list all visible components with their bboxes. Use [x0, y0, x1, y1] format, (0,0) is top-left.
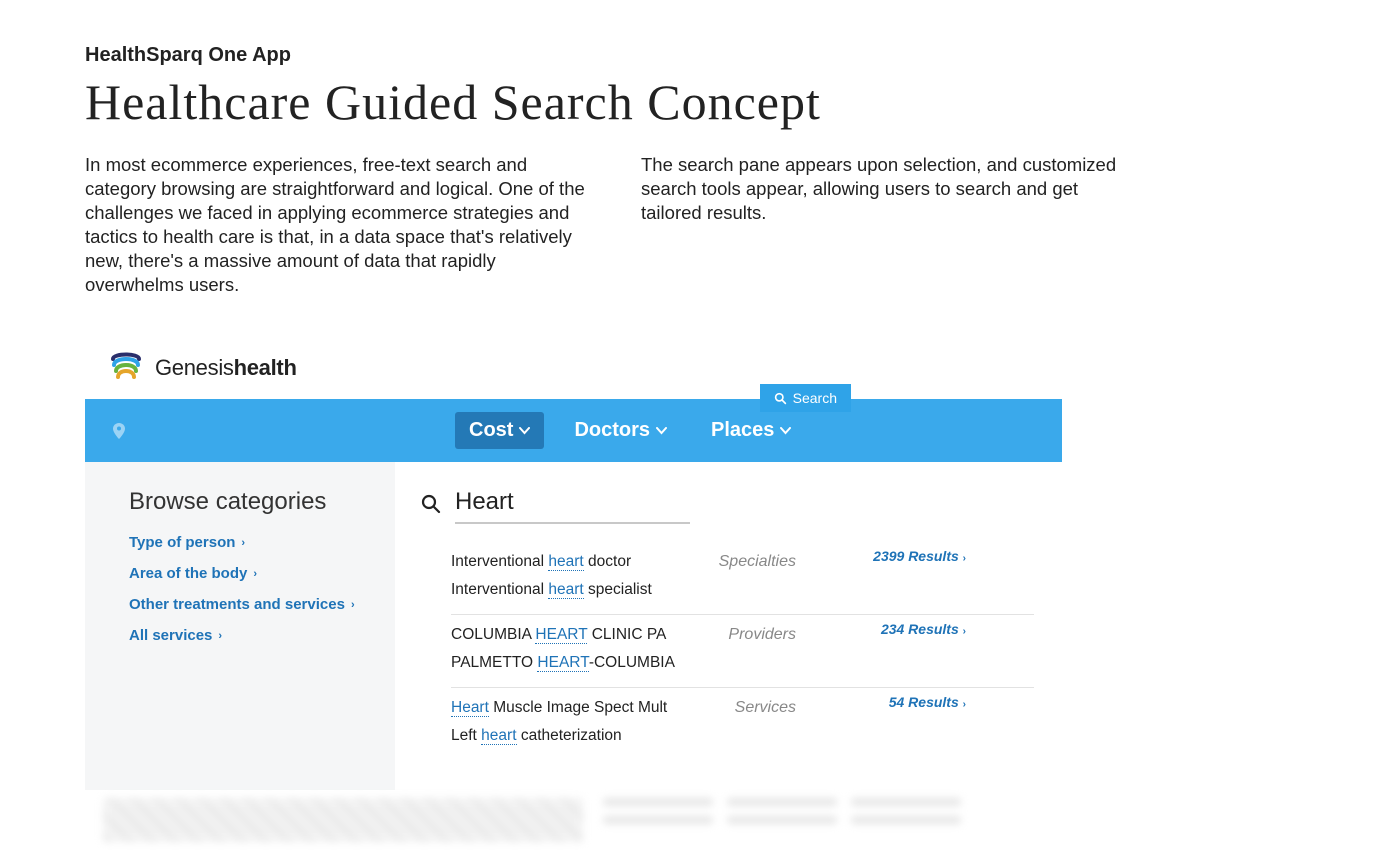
- result-line[interactable]: Left heart catheterization: [451, 722, 701, 750]
- highlight: Heart: [451, 699, 489, 717]
- result-group: COLUMBIA HEART CLINIC PAPALMETTO HEART-C…: [451, 615, 1034, 688]
- chevron-right-icon: ›: [963, 626, 966, 637]
- nav-item-cost[interactable]: Cost: [455, 412, 544, 449]
- browse-link[interactable]: All services ›: [129, 627, 395, 644]
- brand-name-bold: health: [234, 355, 297, 380]
- eyebrow: HealthSparq One App: [85, 44, 1315, 67]
- intro-paragraph-2: The search pane appears upon selection, …: [641, 153, 1141, 297]
- group-results-link[interactable]: 234 Results ›: [881, 621, 966, 637]
- result-group: Heart Muscle Image Spect MultLeft heart …: [451, 688, 1034, 760]
- chevron-right-icon: ›: [218, 630, 222, 642]
- browse-link-label: Type of person: [129, 534, 235, 551]
- chevron-right-icon: ›: [241, 537, 245, 549]
- brand-logo-icon: [109, 351, 143, 385]
- browse-link-label: Area of the body: [129, 565, 247, 582]
- chevron-right-icon: ›: [351, 599, 355, 611]
- highlight: heart: [548, 553, 583, 571]
- brand-row: Genesishealth: [85, 337, 1062, 399]
- browse-pane: Browse categories Type of person›Area of…: [85, 462, 395, 790]
- group-label: Services: [701, 694, 796, 750]
- chevron-right-icon: ›: [253, 568, 257, 580]
- brand-text: Genesishealth: [155, 355, 297, 381]
- results-area: Interventional heart doctorInterventiona…: [421, 542, 1034, 760]
- result-line[interactable]: COLUMBIA HEART CLINIC PA: [451, 621, 701, 649]
- nav-item-doctors[interactable]: Doctors: [560, 412, 681, 449]
- result-line[interactable]: PALMETTO HEART-COLUMBIA: [451, 649, 701, 677]
- result-group: Interventional heart doctorInterventiona…: [451, 542, 1034, 615]
- highlight: heart: [481, 727, 516, 745]
- brand-name-light: Genesis: [155, 355, 234, 380]
- search-tab-label: Search: [793, 390, 837, 406]
- nav-item-places[interactable]: Places: [697, 412, 805, 449]
- nav-items: Cost Doctors Places: [455, 412, 805, 449]
- search-tab[interactable]: Search: [760, 384, 851, 412]
- browse-link-label: Other treatments and services: [129, 596, 345, 613]
- result-line[interactable]: Interventional heart doctor: [451, 548, 701, 576]
- chevron-right-icon: ›: [963, 699, 966, 710]
- chevron-right-icon: ›: [963, 553, 966, 564]
- page-title: Healthcare Guided Search Concept: [85, 73, 1315, 131]
- browse-links: Type of person›Area of the body›Other tr…: [129, 534, 395, 644]
- nav-bar: Cost Doctors Places: [85, 399, 1062, 462]
- browse-title: Browse categories: [129, 488, 395, 516]
- search-icon: [421, 494, 441, 514]
- group-results-link[interactable]: 2399 Results ›: [873, 548, 966, 564]
- background-results-blurred: [85, 790, 1062, 850]
- browse-link[interactable]: Other treatments and services ›: [129, 596, 395, 613]
- location-pin-icon[interactable]: [113, 423, 125, 439]
- panel-row: Browse categories Type of person›Area of…: [85, 462, 1062, 790]
- highlight: heart: [548, 581, 583, 599]
- nav-item-label: Cost: [469, 419, 513, 442]
- nav-item-label: Doctors: [574, 419, 650, 442]
- search-pane: Interventional heart doctorInterventiona…: [395, 462, 1062, 790]
- result-line[interactable]: Heart Muscle Image Spect Mult: [451, 694, 701, 722]
- result-line[interactable]: Interventional heart specialist: [451, 576, 701, 604]
- chevron-down-icon: [780, 427, 791, 435]
- group-label: Providers: [701, 621, 796, 677]
- app-mock: Genesishealth Search Cost Doctors Places B…: [85, 337, 1062, 850]
- group-label: Specialties: [701, 548, 796, 604]
- highlight: HEART: [537, 654, 588, 672]
- browse-link[interactable]: Area of the body ›: [129, 565, 395, 582]
- browse-link-label: All services: [129, 627, 212, 644]
- browse-link[interactable]: Type of person ›: [129, 534, 395, 551]
- chevron-down-icon: [519, 427, 530, 435]
- highlight: HEART: [535, 626, 587, 644]
- chevron-down-icon: [656, 427, 667, 435]
- group-results-link[interactable]: 54 Results ›: [889, 694, 966, 710]
- nav-item-label: Places: [711, 419, 774, 442]
- search-icon: [774, 392, 787, 405]
- intro-paragraph-1: In most ecommerce experiences, free-text…: [85, 153, 585, 297]
- search-input[interactable]: [455, 484, 690, 524]
